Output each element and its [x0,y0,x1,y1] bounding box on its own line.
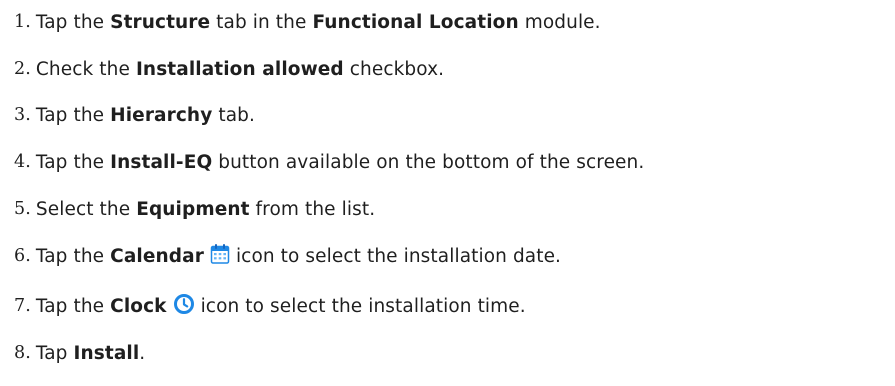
step-text: Tap the Calendar [36,246,204,267]
step-7: 7. Tap the Clock icon to select the inst… [14,290,526,322]
step-text: Tap the Clock [36,296,167,317]
step-number: 7. [14,296,31,316]
step-text-part: tab. [212,104,255,126]
step-text: Tap the Install-EQ button available on t… [36,152,644,173]
calendar-icon [210,243,230,270]
step-2: 2. Check the Installation allowed checkb… [14,53,444,85]
step-5: 5. Select the Equipment from the list. [14,193,375,225]
step-number: 1. [14,12,31,32]
step-text-part: Select the [35,198,137,220]
ui-term-clock: Clock [110,295,167,317]
step-text: Check the Installation allowed checkbox. [36,59,444,80]
step-number: 5. [14,199,31,219]
step-text-part: module. [518,11,601,33]
step-text: Tap the Structure tab in the Functional … [36,12,601,33]
ui-term-functional-location: Functional Location [312,11,519,33]
ui-term-install-eq: Install-EQ [110,151,213,173]
ui-term-structure: Structure [110,11,211,33]
step-text: Select the Equipment from the list. [36,199,375,220]
step-text-part: Tap the [35,151,111,173]
step-number: 6. [14,246,31,266]
step-text-part: tab in the [210,11,313,33]
step-text-part: Tap the [35,295,111,317]
step-number: 3. [14,105,31,125]
step-text-part: icon to select the installation date. [235,245,562,267]
ui-term-calendar: Calendar [110,245,204,267]
step-text-part: Tap the [35,104,111,126]
step-text-part: icon to select the installation time. [200,295,526,317]
step-number: 2. [14,59,31,79]
step-text-part: button available on the bottom of the sc… [212,151,645,173]
ui-term-installation-allowed: Installation allowed [135,58,344,80]
step-text-part: Tap the [35,245,111,267]
step-8: 8. Tap Install. [14,337,145,369]
ui-term-equipment: Equipment [136,198,250,220]
ui-term-hierarchy: Hierarchy [110,104,213,126]
step-3: 3. Tap the Hierarchy tab. [14,99,255,131]
step-number: 4. [14,152,31,172]
ui-term-install: Install [73,342,140,364]
step-text-part: Check the [35,58,136,80]
step-text: Tap Install. [36,343,145,364]
step-text-part: . [139,342,146,364]
step-text-part: from the list. [249,198,376,220]
step-number: 8. [14,343,31,363]
clock-icon [173,293,195,320]
step-text-part: checkbox. [343,58,445,80]
step-4: 4. Tap the Install-EQ button available o… [14,146,644,178]
step-text-part: Tap the [35,11,111,33]
step-1: 1. Tap the Structure tab in the Function… [14,6,601,38]
step-text-part: Tap [35,342,74,364]
step-6: 6. Tap the Calendar icon to select the i… [14,240,561,272]
step-text: Tap the Hierarchy tab. [36,105,255,126]
